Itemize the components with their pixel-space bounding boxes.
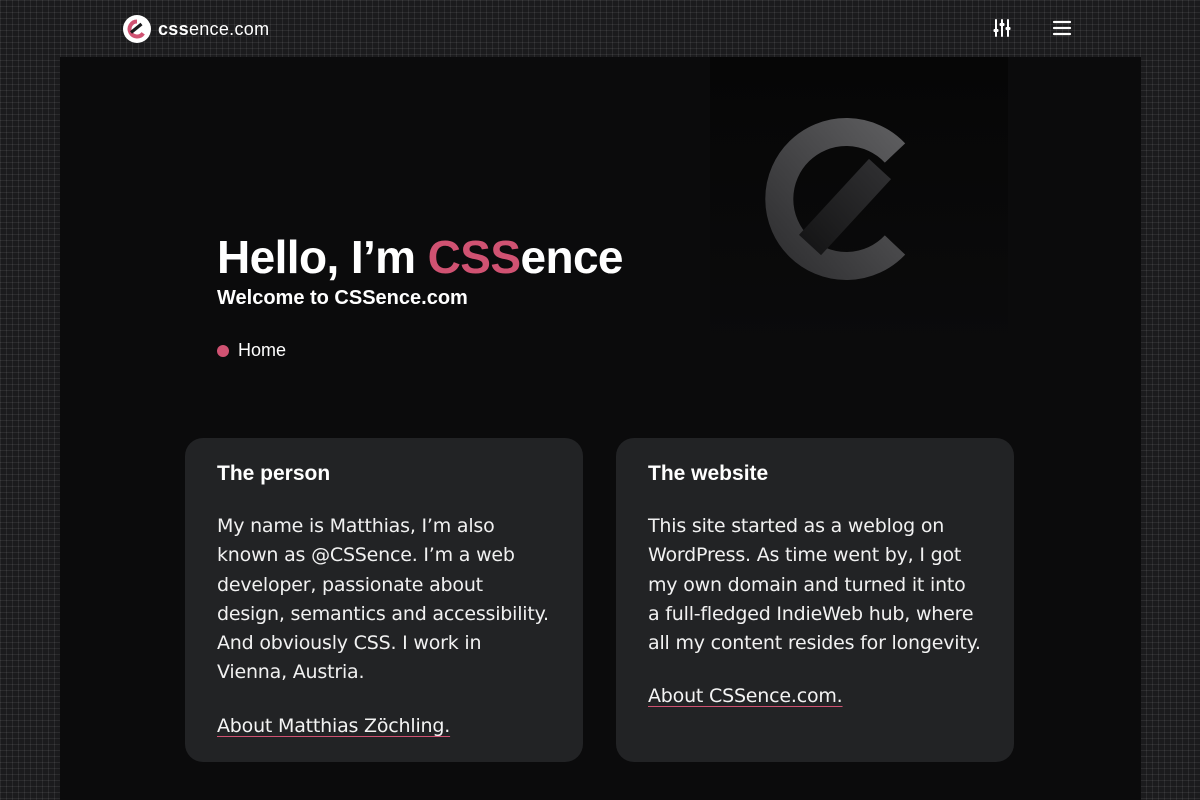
site-name: cssence.com xyxy=(158,18,270,39)
breadcrumb-home-link[interactable]: Home xyxy=(238,340,286,361)
sliders-icon xyxy=(993,19,1011,37)
hero-logo-art xyxy=(710,57,1008,349)
site-logo-link[interactable]: cssence.com xyxy=(122,13,269,45)
card-body: This site started as a weblog on WordPre… xyxy=(648,515,981,655)
card-heading: The website xyxy=(648,462,769,485)
page-title: Hello, I’m CSSence xyxy=(217,229,624,285)
breadcrumb-dot-icon xyxy=(217,344,229,357)
breadcrumb: Home xyxy=(217,340,286,361)
card-the-website: The website This site started as a weblo… xyxy=(616,438,1014,762)
settings-button[interactable] xyxy=(990,16,1014,40)
title-tail: ence xyxy=(520,231,623,283)
page-subtitle: Welcome to CSSence.com xyxy=(217,287,468,309)
card-heading: The person xyxy=(217,462,331,485)
about-cssence-link[interactable]: About CSSence.com. xyxy=(648,685,843,707)
title-accent: CSS xyxy=(427,231,521,283)
cssence-logo-icon xyxy=(123,15,151,43)
card-the-person: The person My name is Matthias, I’m also… xyxy=(185,438,583,762)
menu-button[interactable] xyxy=(1050,16,1074,40)
large-cssence-logo-icon xyxy=(765,118,906,280)
title-lead: Hello, I’m xyxy=(217,231,428,283)
about-matthias-link[interactable]: About Matthias Zöchling. xyxy=(217,715,450,737)
main-content: Hello, I’m CSSence Welcome to CSSence.co… xyxy=(60,57,1141,800)
hamburger-menu-icon xyxy=(1052,20,1072,36)
card-body: My name is Matthias, I’m also known as @… xyxy=(217,515,549,684)
site-header: cssence.com xyxy=(0,0,1200,56)
